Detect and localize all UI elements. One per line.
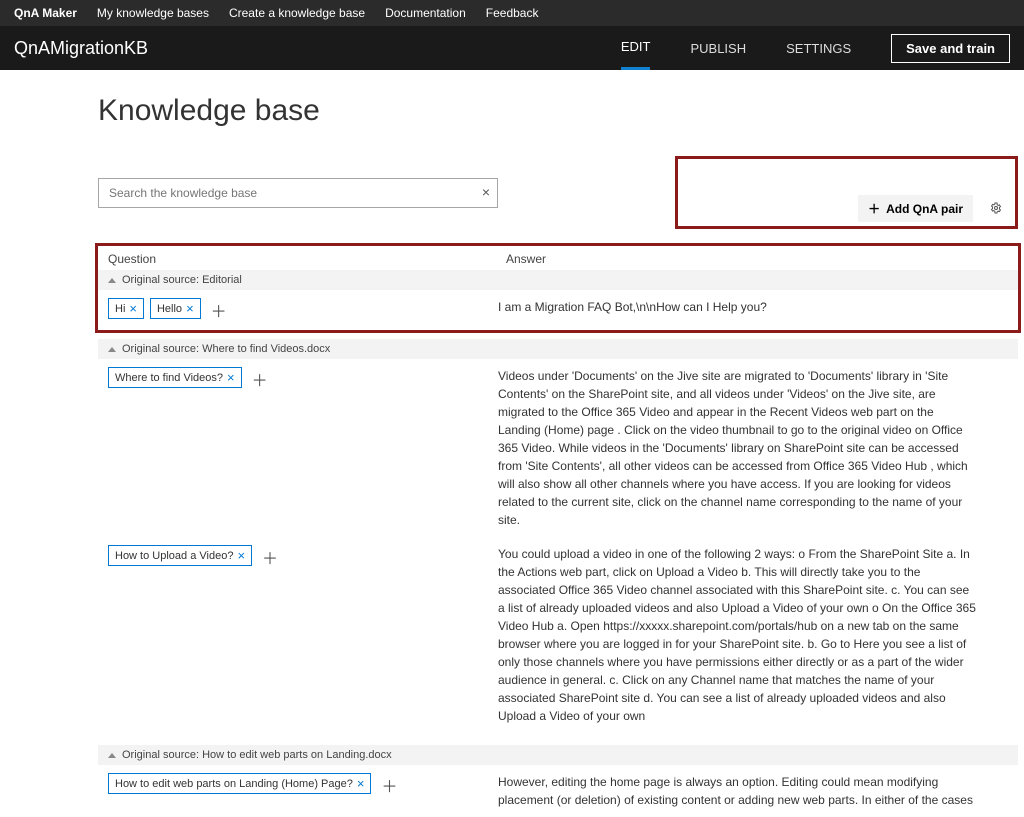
source-label: Original source: Where to find Videos.do… xyxy=(122,343,330,355)
qna-row: Where to find Videos?× ＋ Videos under 'D… xyxy=(98,359,1018,537)
answer-text[interactable]: However, editing the home page is always… xyxy=(498,773,1018,809)
highlighted-qna: Question Answer Original source: Editori… xyxy=(95,243,1021,333)
sub-nav: QnAMigrationKB EDIT PUBLISH SETTINGS Sav… xyxy=(0,26,1024,70)
add-question-icon[interactable]: ＋ xyxy=(248,367,272,391)
toolbar-highlight: ＋ Add QnA pair xyxy=(675,156,1018,229)
chevron-up-icon xyxy=(108,278,116,283)
nav-my-kb[interactable]: My knowledge bases xyxy=(97,6,209,20)
qna-row: How to Upload a Video?× ＋ You could uplo… xyxy=(98,537,1018,733)
page-title: Knowledge base xyxy=(98,94,1018,128)
answer-text[interactable]: I am a Migration FAQ Bot,\n\nHow can I H… xyxy=(498,298,1018,322)
plus-icon: ＋ xyxy=(868,200,880,217)
save-and-train-button[interactable]: Save and train xyxy=(891,34,1010,63)
tab-publish[interactable]: PUBLISH xyxy=(690,28,746,69)
answer-text[interactable]: Videos under 'Documents' on the Jive sit… xyxy=(498,367,1018,529)
qna-row: Hi× Hello× ＋ I am a Migration FAQ Bot,\n… xyxy=(98,290,1018,330)
nav-docs[interactable]: Documentation xyxy=(385,6,466,20)
column-header-answer: Answer xyxy=(506,252,1008,266)
add-question-icon[interactable]: ＋ xyxy=(258,545,282,569)
remove-icon[interactable]: × xyxy=(357,777,365,790)
nav-feedback[interactable]: Feedback xyxy=(486,6,539,20)
remove-icon[interactable]: × xyxy=(227,371,235,384)
source-row[interactable]: Original source: How to edit web parts o… xyxy=(98,745,1018,765)
search-box: × xyxy=(98,178,498,208)
answer-text[interactable]: You could upload a video in one of the f… xyxy=(498,545,1018,725)
brand-link[interactable]: QnA Maker xyxy=(14,6,77,20)
add-question-icon[interactable]: ＋ xyxy=(207,298,231,322)
chevron-up-icon xyxy=(108,753,116,758)
search-input[interactable] xyxy=(98,178,498,208)
source-label: Original source: How to edit web parts o… xyxy=(122,749,392,761)
tab-edit[interactable]: EDIT xyxy=(621,26,651,70)
add-question-icon[interactable]: ＋ xyxy=(377,773,401,797)
remove-icon[interactable]: × xyxy=(237,549,245,562)
question-chip[interactable]: Where to find Videos?× xyxy=(108,367,242,388)
kb-name: QnAMigrationKB xyxy=(14,38,148,59)
source-label: Original source: Editorial xyxy=(122,274,242,286)
question-chip[interactable]: Hi× xyxy=(108,298,144,319)
question-chip[interactable]: How to Upload a Video?× xyxy=(108,545,252,566)
add-qna-label: Add QnA pair xyxy=(886,202,963,216)
gear-icon[interactable] xyxy=(985,196,1007,222)
qna-row: How to edit web parts on Landing (Home) … xyxy=(98,765,1018,817)
remove-icon[interactable]: × xyxy=(129,302,137,315)
source-row[interactable]: Original source: Editorial xyxy=(98,270,1018,290)
nav-create-kb[interactable]: Create a knowledge base xyxy=(229,6,365,20)
question-chip[interactable]: Hello× xyxy=(150,298,201,319)
column-header-question: Question xyxy=(108,252,506,266)
remove-icon[interactable]: × xyxy=(186,302,194,315)
clear-search-icon[interactable]: × xyxy=(482,184,490,200)
source-row[interactable]: Original source: Where to find Videos.do… xyxy=(98,339,1018,359)
question-chip[interactable]: How to edit web parts on Landing (Home) … xyxy=(108,773,371,794)
tab-settings[interactable]: SETTINGS xyxy=(786,28,851,69)
top-nav: QnA Maker My knowledge bases Create a kn… xyxy=(0,0,1024,26)
add-qna-pair-button[interactable]: ＋ Add QnA pair xyxy=(858,195,973,222)
chevron-up-icon xyxy=(108,347,116,352)
